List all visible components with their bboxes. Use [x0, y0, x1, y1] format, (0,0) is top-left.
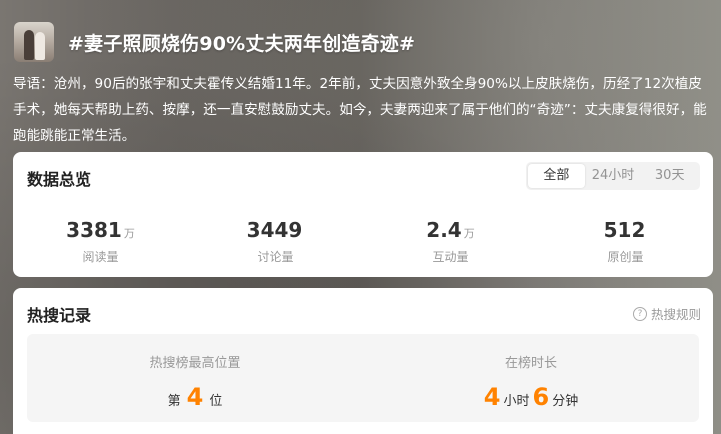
tab-30d[interactable]: 30天 [641, 164, 698, 188]
duration-hours-unit: 小时 [503, 394, 530, 409]
duration-label: 在榜时长 [504, 356, 557, 371]
hot-search-rules-link[interactable]: ? 热搜规则 [632, 304, 701, 323]
duration-hours: 4 [483, 383, 501, 411]
topic-avatar[interactable] [14, 22, 54, 62]
stat-reads-value: 3381 [66, 218, 122, 242]
question-icon: ? [632, 306, 647, 321]
stat-discussions-value: 3449 [246, 218, 303, 242]
duration-minutes-unit: 分钟 [552, 394, 579, 409]
stat-originals-label: 原创量 [607, 250, 644, 264]
peak-position-value: 4 [186, 383, 204, 411]
tab-all[interactable]: 全部 [528, 164, 585, 188]
data-overview-card: 数据总览 全部 24小时 30天 3381 万 阅读量 3449 讨论量 2.4 万… [13, 152, 713, 277]
hot-search-stats: 热搜榜最高位置 第 4 位 在榜时长 4 小时 6 分钟 [27, 334, 699, 422]
stat-discussions-label: 讨论量 [257, 250, 294, 264]
stat-reads-label: 阅读量 [82, 250, 119, 264]
stat-originals: 512 原创量 [538, 218, 713, 265]
peak-position-label: 热搜榜最高位置 [149, 356, 241, 371]
peak-position: 热搜榜最高位置 第 4 位 [27, 334, 363, 422]
tab-24h[interactable]: 24小时 [585, 164, 642, 188]
stat-reads-unit: 万 [123, 227, 135, 240]
time-range-selector: 全部 24小时 30天 [526, 162, 700, 190]
topic-title: #妻子照顾烧伤90%丈夫两年创造奇迹# [68, 32, 416, 55]
stat-interactions: 2.4 万 互动量 [363, 218, 538, 265]
stat-discussions: 3449 讨论量 [188, 218, 363, 265]
stat-interactions-label: 互动量 [432, 250, 469, 264]
hot-search-title: 热搜记录 [27, 306, 92, 325]
stat-interactions-value: 2.4 [426, 218, 462, 242]
peak-prefix: 第 [167, 394, 181, 409]
stat-reads: 3381 万 阅读量 [13, 218, 188, 265]
stat-originals-value: 512 [603, 218, 646, 242]
peak-suffix: 位 [209, 394, 223, 409]
duration-minutes: 6 [532, 383, 550, 411]
topic-intro: 导语：沧州，90后的张宇和丈夫霍传义结婚11年。2年前，丈夫因意外致全身90%以… [13, 76, 707, 144]
overview-title: 数据总览 [27, 170, 92, 189]
topic-header: #妻子照顾烧伤90%丈夫两年创造奇迹# [14, 20, 415, 64]
stat-interactions-unit: 万 [463, 227, 475, 240]
duration-on-list: 在榜时长 4 小时 6 分钟 [363, 334, 699, 422]
hot-search-rules-label: 热搜规则 [650, 307, 701, 322]
hot-search-card: 热搜记录 ? 热搜规则 热搜榜最高位置 第 4 位 在榜时长 4 小时 6 分钟 [13, 288, 713, 434]
stats-row: 3381 万 阅读量 3449 讨论量 2.4 万 互动量 512 原创量 [13, 218, 713, 265]
